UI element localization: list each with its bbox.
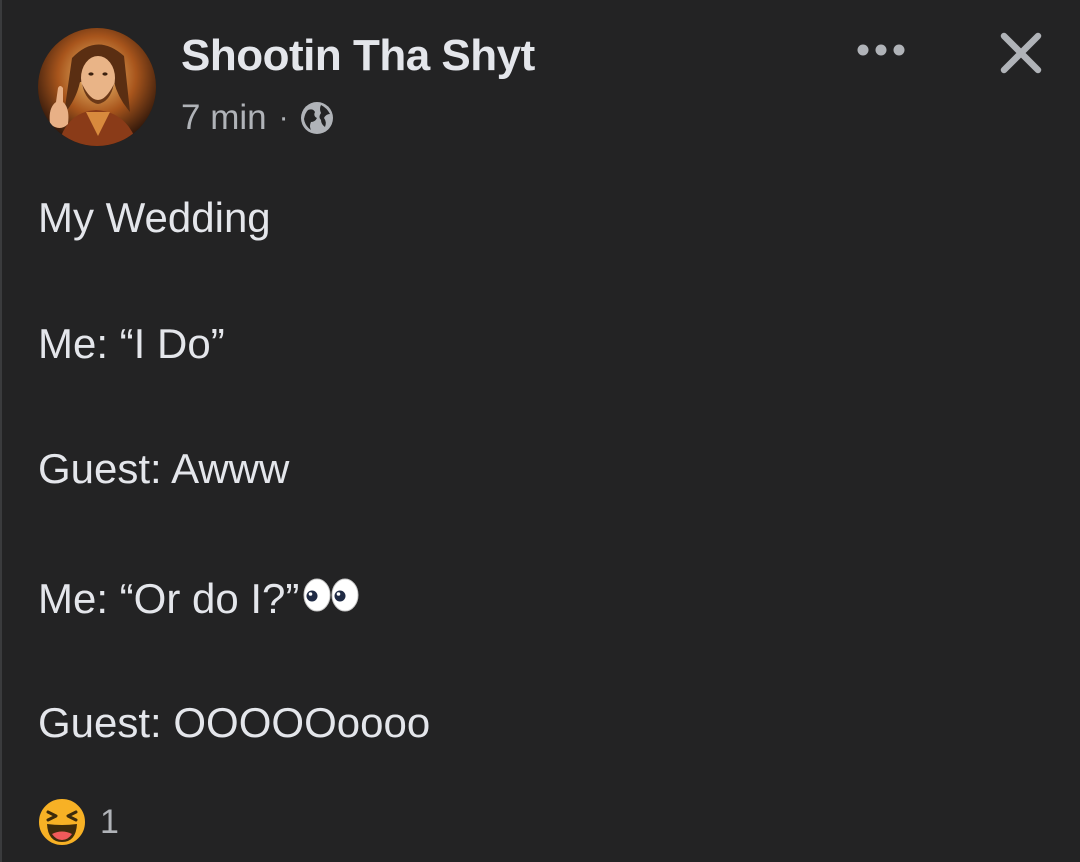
globe-icon[interactable] [299, 100, 335, 136]
reaction-count: 1 [100, 802, 119, 841]
avatar[interactable] [38, 28, 156, 146]
panel-edge [0, 0, 2, 862]
post-meta: 7 min · [181, 96, 335, 140]
post-line-title: My Wedding [38, 194, 271, 241]
more-options-icon [857, 44, 905, 56]
facebook-post: Shootin Tha Shyt 7 min · My Wedding Me: … [0, 0, 1080, 862]
post-line-me-or-do-i-text: Me: “Or do I?” [38, 575, 300, 622]
haha-reaction-icon [37, 797, 87, 847]
post-line-me-i-do: Me: “I Do” [38, 320, 225, 367]
close-button[interactable] [990, 22, 1052, 84]
post-line-guest-awww: Guest: Awww [38, 445, 290, 492]
close-icon [1000, 32, 1042, 74]
eyes-emoji-icon [303, 574, 361, 624]
post-line-guest-ooo: Guest: OOOOOoooo [38, 699, 431, 746]
reactions-summary[interactable]: 1 [36, 796, 119, 848]
post-timestamp[interactable]: 7 min [181, 98, 267, 138]
meta-separator: · [278, 101, 289, 134]
author-name[interactable]: Shootin Tha Shyt [181, 30, 535, 82]
more-options-button[interactable] [848, 28, 914, 72]
post-line-me-or-do-i: Me: “Or do I?” [38, 574, 361, 624]
